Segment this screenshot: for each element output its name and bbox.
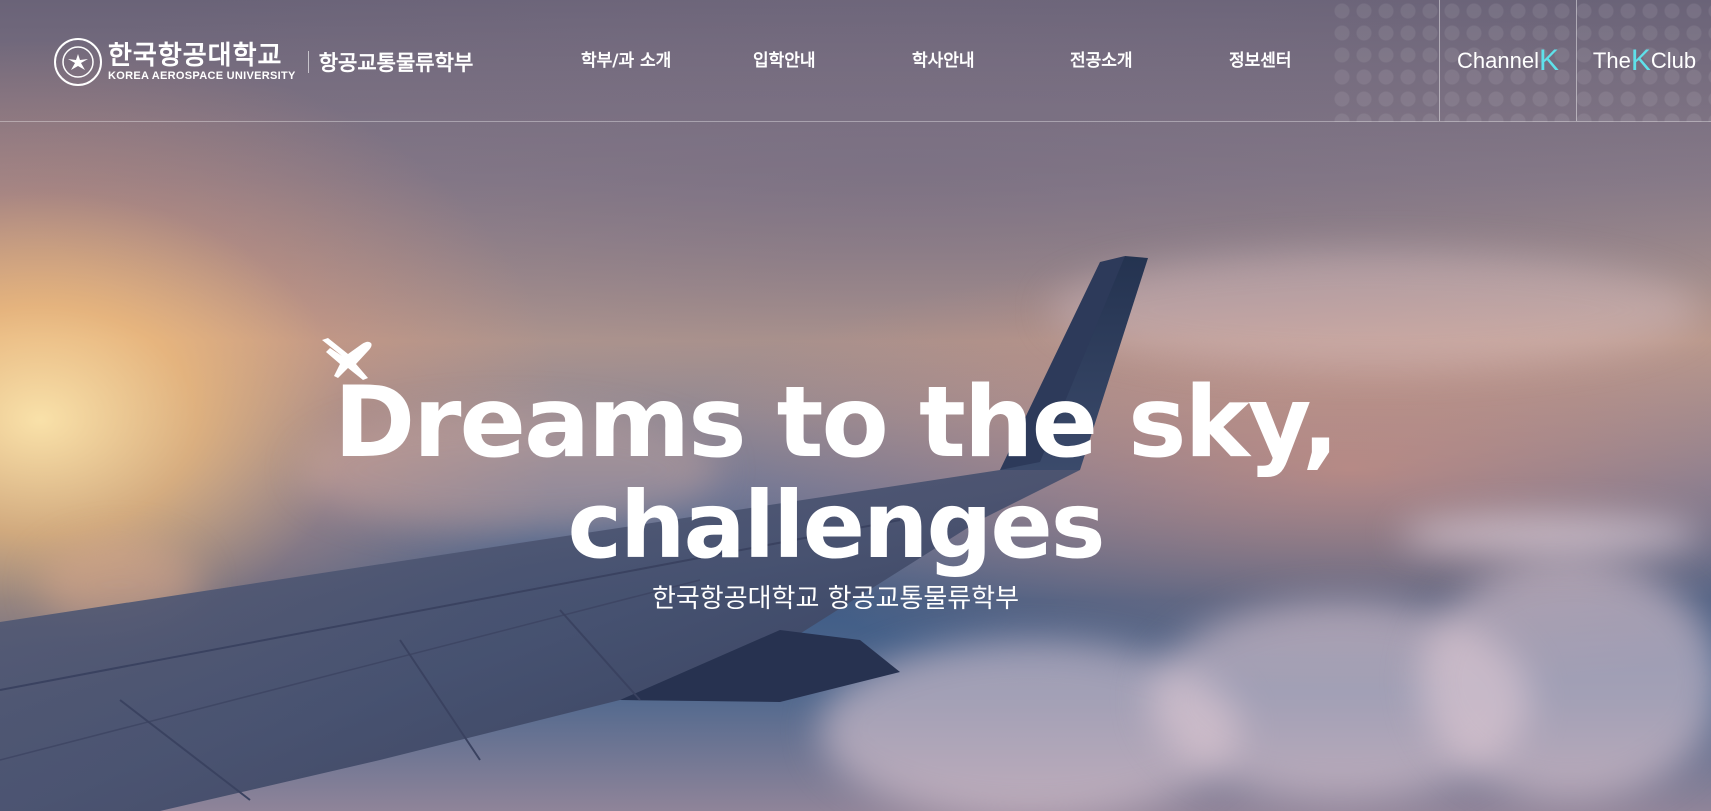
channel-k-link[interactable]: Channel K: [1439, 0, 1576, 121]
nav-item-majors[interactable]: 전공소개: [1070, 46, 1133, 71]
hero-subtitle: 한국항공대학교 항공교통물류학부: [651, 584, 1020, 614]
nav-item-admission[interactable]: 입학안내: [753, 46, 816, 71]
the-k-club-suffix: Club: [1650, 47, 1697, 73]
department-name[interactable]: 항공교통물류학부: [319, 47, 474, 77]
channel-k-prefix: Channel: [1457, 47, 1539, 73]
site-header: 한국항공대학교 KOREA AEROSPACE UNIVERSITY 항공교통물…: [0, 0, 1711, 122]
the-k-club-link[interactable]: The K Club: [1576, 0, 1711, 121]
logo-divider: [307, 51, 309, 73]
logo-text: 한국항공대학교 KOREA AEROSPACE UNIVERSITY: [108, 42, 296, 83]
hero-stage: 한국항공대학교 KOREA AEROSPACE UNIVERSITY 항공교통물…: [0, 0, 1711, 811]
nav-item-department-intro[interactable]: 학부/과 소개: [581, 46, 671, 71]
the-k-club-prefix: The: [1592, 47, 1631, 73]
nav-item-academic[interactable]: 학사안내: [912, 46, 975, 71]
university-emblem-icon: [54, 38, 102, 86]
nav-item-info-center[interactable]: 정보센터: [1229, 46, 1292, 71]
the-k-club-letter: K: [1630, 43, 1651, 77]
university-logo[interactable]: 한국항공대학교 KOREA AEROSPACE UNIVERSITY 항공교통물…: [54, 38, 473, 86]
logo-korean: 한국항공대학교: [108, 40, 283, 71]
hero-headline-line2: challenges: [567, 472, 1105, 579]
logo-english: KOREA AEROSPACE UNIVERSITY: [108, 69, 296, 82]
hero-headline-line1: Dreams to the sky,: [333, 366, 1339, 480]
channel-k-letter: K: [1538, 43, 1559, 77]
